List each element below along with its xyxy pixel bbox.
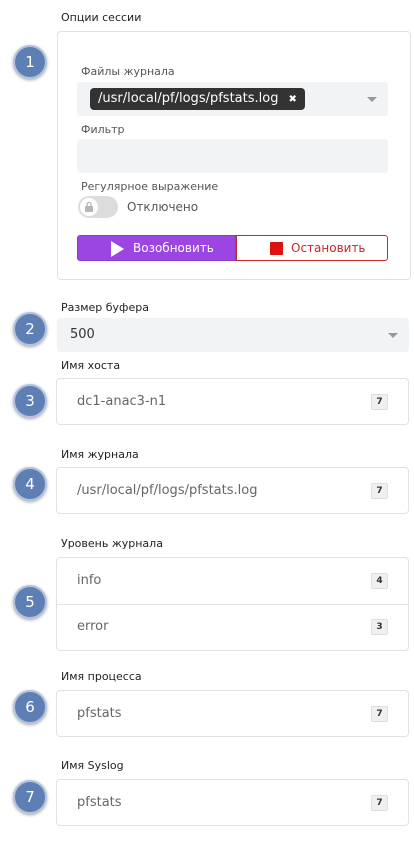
resume-button[interactable]: Возобновить xyxy=(77,235,236,261)
facet-item-count: 3 xyxy=(371,619,388,635)
regex-toggle[interactable] xyxy=(78,196,118,218)
facet-item[interactable]: info 4 xyxy=(57,558,408,605)
loglevel-facet-list: info 4 error 3 xyxy=(56,557,409,651)
selected-file-label: /usr/local/pf/logs/pfstats.log xyxy=(98,91,279,106)
facet-item[interactable]: pfstats 7 xyxy=(57,780,408,826)
stop-icon xyxy=(270,242,283,255)
facet-item[interactable]: pfstats 7 xyxy=(57,691,408,737)
facet-item-count: 4 xyxy=(371,573,388,589)
facet-item-value: dc1-anac3-n1 xyxy=(77,394,167,409)
chevron-down-icon[interactable] xyxy=(388,333,398,338)
hostname-facet-label: Имя хоста xyxy=(61,359,121,372)
step-badge-5: 5 xyxy=(13,585,47,619)
step-badge-2: 2 xyxy=(13,312,47,346)
facet-item-value: pfstats xyxy=(77,795,122,810)
chip-remove-icon[interactable]: ✖ xyxy=(288,94,296,105)
process-facet-label: Имя процесса xyxy=(61,670,142,683)
buffer-size-value: 500 xyxy=(70,327,95,342)
facet-item-count: 7 xyxy=(371,706,388,722)
selected-file-chip: /usr/local/pf/logs/pfstats.log ✖ xyxy=(90,88,305,110)
facet-item-count: 7 xyxy=(371,394,388,410)
stop-button[interactable]: Остановить xyxy=(236,235,388,261)
chevron-down-icon[interactable] xyxy=(367,97,377,102)
step-badge-3: 3 xyxy=(13,384,47,418)
syslog-facet-label: Имя Syslog xyxy=(61,759,124,772)
session-options-title: Опции сессии xyxy=(61,11,142,24)
facet-item-value: error xyxy=(77,619,109,634)
hostname-facet-list: dc1-anac3-n1 7 xyxy=(56,378,409,425)
filter-label: Фильтр xyxy=(81,123,125,136)
step-badge-7: 7 xyxy=(13,780,47,814)
log-files-label: Файлы журнала xyxy=(81,65,175,78)
regex-label: Регулярное выражение xyxy=(81,180,219,193)
play-icon xyxy=(111,241,124,257)
logname-facet-list: /usr/local/pf/logs/pfstats.log 7 xyxy=(56,467,409,514)
step-badge-4: 4 xyxy=(13,467,47,501)
facet-item-count: 7 xyxy=(371,483,388,499)
facet-item[interactable]: dc1-anac3-n1 7 xyxy=(57,379,408,425)
facet-item-value: pfstats xyxy=(77,706,122,721)
step-badge-6: 6 xyxy=(13,690,47,724)
regex-state-label: Отключено xyxy=(127,200,199,214)
facet-item[interactable]: /usr/local/pf/logs/pfstats.log 7 xyxy=(57,468,408,514)
facet-item-count: 7 xyxy=(371,795,388,811)
resume-button-label: Возобновить xyxy=(133,241,214,255)
facet-item[interactable]: error 3 xyxy=(57,604,408,650)
logname-facet-label: Имя журнала xyxy=(61,448,139,461)
facet-item-value: /usr/local/pf/logs/pfstats.log xyxy=(77,483,258,498)
facet-item-value: info xyxy=(77,573,102,588)
step-badge-1: 1 xyxy=(13,45,47,79)
loglevel-facet-label: Уровень журнала xyxy=(61,537,163,550)
lock-icon xyxy=(80,198,98,216)
process-facet-list: pfstats 7 xyxy=(56,690,409,737)
syslog-facet-list: pfstats 7 xyxy=(56,779,409,826)
filter-input[interactable] xyxy=(77,139,388,173)
stop-button-label: Остановить xyxy=(291,241,366,255)
buffer-size-select[interactable] xyxy=(57,318,409,352)
buffer-size-label: Размер буфера xyxy=(61,301,149,314)
